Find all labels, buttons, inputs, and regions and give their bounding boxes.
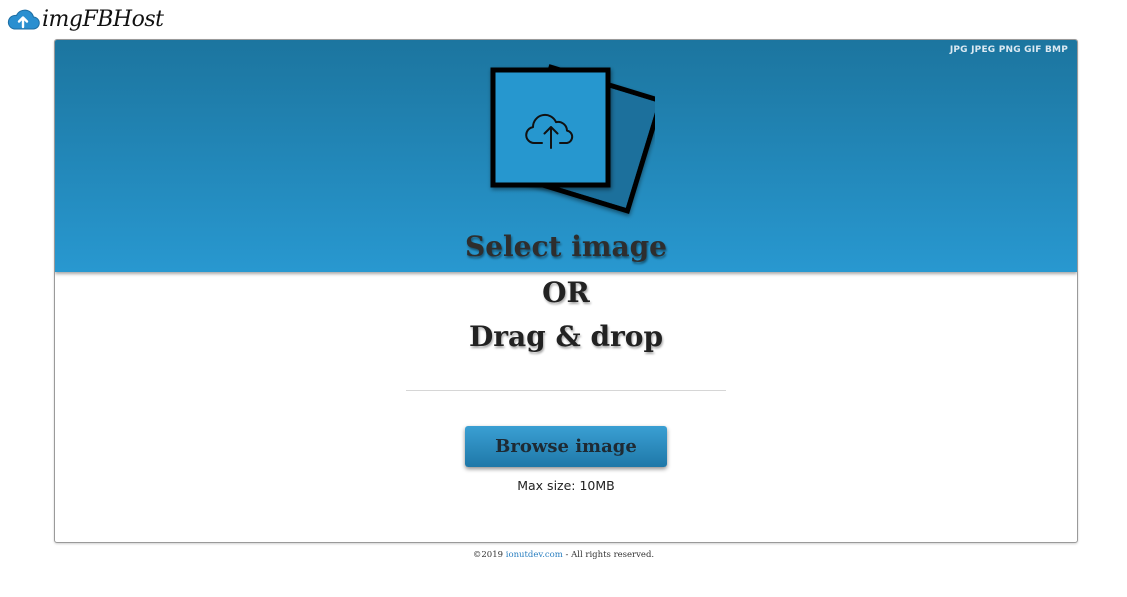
footer-link[interactable]: ionutdev.com [506, 550, 563, 560]
drag-drop-label: Drag & drop [468, 320, 664, 353]
browse-image-button[interactable]: Browse image [465, 426, 667, 467]
dropzone[interactable]: JPG JPEG PNG GIF BMP Select image [55, 40, 1077, 272]
footer-rights: - All rights reserved. [562, 550, 655, 560]
footer-copyright: ©2019 [472, 550, 506, 560]
image-frames-illustration[interactable] [485, 64, 655, 224]
cloud-upload-logo-icon [7, 9, 40, 30]
or-label: OR [542, 276, 590, 309]
upload-card: JPG JPEG PNG GIF BMP Select image OR Dra… [54, 39, 1078, 543]
footer: ©2019 ionutdev.com - All rights reserved… [0, 550, 1127, 560]
app-logo[interactable]: imgFBHost [6, 5, 164, 35]
select-image-label[interactable]: Select image [55, 230, 1077, 263]
max-size-note: Max size: 10MB [517, 478, 615, 493]
logo-text: imgFBHost [42, 7, 164, 32]
supported-formats: JPG JPEG PNG GIF BMP [949, 45, 1068, 55]
divider [406, 390, 726, 391]
